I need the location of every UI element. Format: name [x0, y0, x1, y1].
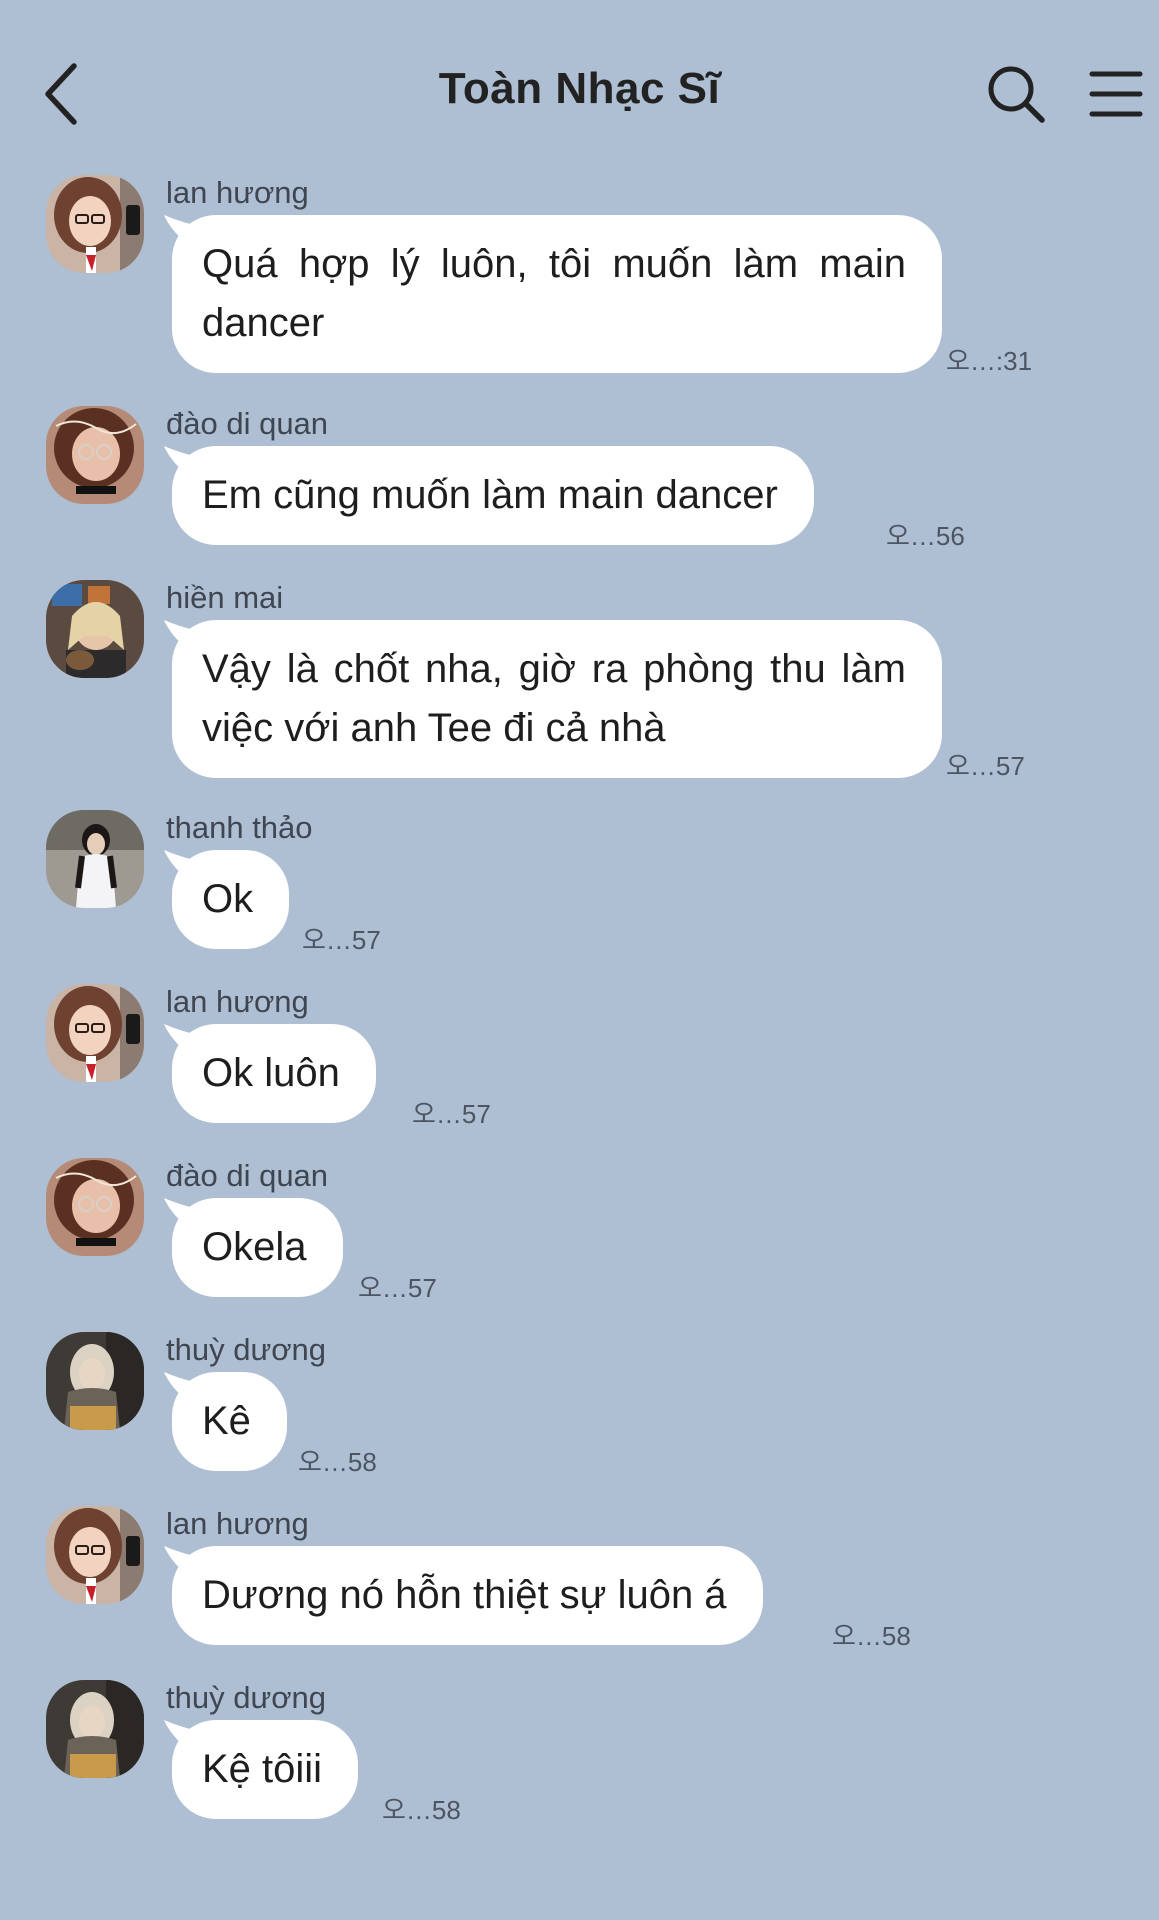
message-bubble[interactable]: Kệ tôiii: [172, 1720, 359, 1819]
avatar[interactable]: [46, 1332, 144, 1430]
message-bubble[interactable]: Kê: [172, 1372, 287, 1471]
avatar[interactable]: [46, 580, 144, 678]
message-time: 오…:31: [946, 346, 1033, 376]
message-time: 오…57: [302, 925, 381, 955]
message-bubble[interactable]: Ok: [172, 850, 290, 949]
avatar[interactable]: [46, 175, 144, 273]
sender-name: thuỳ dương: [166, 1332, 327, 1367]
menu-button[interactable]: [1088, 66, 1144, 122]
message-time: 오…58: [382, 1795, 461, 1825]
message-time: 오…58: [298, 1447, 377, 1477]
message-bubble[interactable]: Dương nó hỗn thiệt sự luôn á: [172, 1546, 763, 1645]
message-time: 오…57: [358, 1273, 437, 1303]
avatar[interactable]: [46, 1506, 144, 1604]
message-bubble[interactable]: Okela: [172, 1198, 343, 1297]
message-bubble[interactable]: Ok luôn: [172, 1024, 376, 1123]
search-icon: [988, 66, 1045, 123]
sender-name: thuỳ dương: [166, 1680, 327, 1715]
chat-header: Toàn Nhạc Sĩ: [0, 0, 1159, 170]
message-time: 오…56: [886, 521, 965, 551]
sender-name: lan hương: [166, 984, 309, 1019]
sender-name: lan hương: [166, 1506, 309, 1541]
message-bubble[interactable]: Em cũng muốn làm main dancer: [172, 446, 814, 545]
message-time: 오…57: [412, 1099, 491, 1129]
avatar[interactable]: [46, 406, 144, 504]
message-bubble[interactable]: Vậy là chốt nha, giờ ra phòng thu làm vi…: [172, 620, 942, 778]
avatar[interactable]: [46, 1680, 144, 1778]
sender-name: thanh thảo: [166, 810, 313, 845]
sender-name: đào di quan: [166, 1158, 329, 1193]
avatar[interactable]: [46, 1158, 144, 1256]
message-time: 오…58: [832, 1621, 911, 1651]
message-time: 오…57: [946, 751, 1025, 781]
sender-name: đào di quan: [166, 406, 329, 441]
sender-name: lan hương: [166, 175, 309, 210]
sender-name: hiền mai: [166, 580, 284, 615]
avatar[interactable]: [46, 810, 144, 908]
menu-icon: [1089, 71, 1143, 117]
message-bubble[interactable]: Quá hợp lý luôn, tôi muốn làm main dance…: [172, 215, 942, 373]
search-button[interactable]: [984, 62, 1048, 126]
avatar[interactable]: [46, 984, 144, 1082]
